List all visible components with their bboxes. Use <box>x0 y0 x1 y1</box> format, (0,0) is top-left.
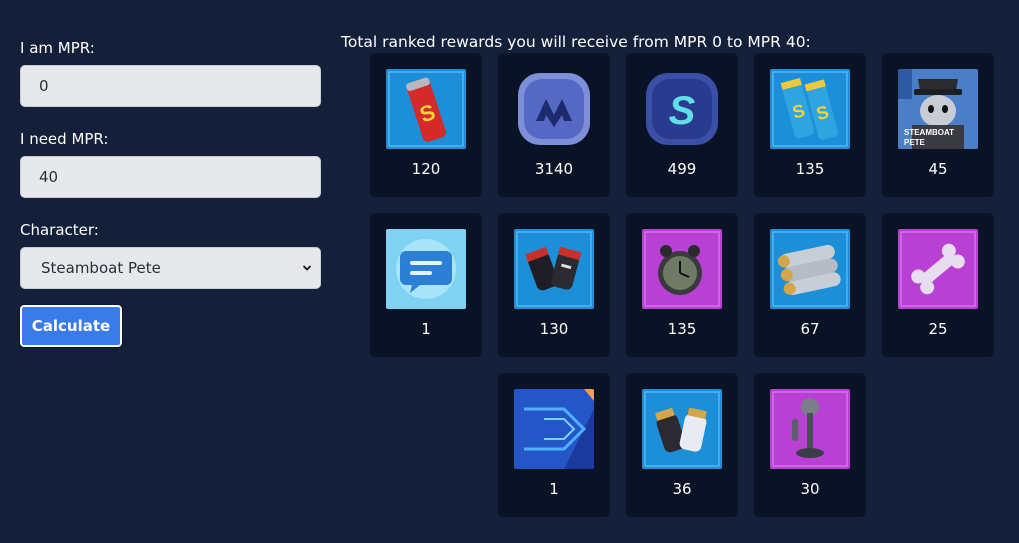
reward-quantity: 30 <box>800 480 820 498</box>
reward-card: 135 <box>626 213 738 357</box>
reward-card: STEAMBOAT PETE 45 <box>882 53 994 197</box>
character-label: Character: <box>20 221 99 239</box>
candlestick-phone-icon <box>770 389 850 469</box>
current-mpr-value: 0 <box>39 77 49 95</box>
reward-card: 1 <box>498 373 610 517</box>
scroll-bundle-icon <box>770 229 850 309</box>
chevron-down-icon <box>302 265 312 271</box>
steamboat-pete-portrait-icon: STEAMBOAT PETE <box>898 69 978 149</box>
reward-quantity: 25 <box>928 320 948 338</box>
reward-quantity: 120 <box>411 160 441 178</box>
reward-quantity: 135 <box>795 160 825 178</box>
reward-card: 25 <box>882 213 994 357</box>
chat-bubble-icon <box>386 229 466 309</box>
reward-card: 130 <box>498 213 610 357</box>
reward-quantity: 3140 <box>534 160 574 178</box>
current-mpr-label: I am MPR: <box>20 39 95 57</box>
rewards-title: Total ranked rewards you will receive fr… <box>341 33 811 51</box>
reward-card: 36 <box>626 373 738 517</box>
red-energy-can-icon: S <box>386 69 466 149</box>
white-gloves-icon <box>642 389 722 469</box>
reward-card: 67 <box>754 213 866 357</box>
target-mpr-input[interactable]: 40 <box>20 156 321 198</box>
alarm-clock-icon <box>642 229 722 309</box>
reward-card: 1 <box>370 213 482 357</box>
bone-icon <box>898 229 978 309</box>
reward-card: S 499 <box>626 53 738 197</box>
rewards-grid: S 120 3140 S 499 SS 135 STEAMBOAT PETE 45… <box>370 53 1010 533</box>
reward-quantity: 499 <box>667 160 697 178</box>
reward-card: 3140 <box>498 53 610 197</box>
calculate-button[interactable]: Calculate <box>19 304 123 348</box>
gloves-icon <box>514 229 594 309</box>
svg-text:PETE: PETE <box>904 138 926 147</box>
svg-text:STEAMBOAT: STEAMBOAT <box>904 128 954 137</box>
cyan-currency-coin-icon: S <box>642 69 722 149</box>
current-mpr-input[interactable]: 0 <box>20 65 321 107</box>
reward-card: S 120 <box>370 53 482 197</box>
reward-quantity: 1 <box>421 320 431 338</box>
mpr-form: I am MPR: 0 I need MPR: 40 Character: St… <box>19 38 321 348</box>
banner-card-icon <box>514 389 594 469</box>
reward-quantity: 1 <box>549 480 559 498</box>
reward-quantity: 135 <box>667 320 697 338</box>
reward-quantity: 45 <box>928 160 948 178</box>
svg-text:S: S <box>669 89 696 133</box>
reward-quantity: 67 <box>800 320 820 338</box>
reward-quantity: 36 <box>672 480 692 498</box>
character-select[interactable]: Steamboat Pete <box>20 247 321 289</box>
reward-card: 30 <box>754 373 866 517</box>
double-energy-can-icon: SS <box>770 69 850 149</box>
character-selected-value: Steamboat Pete <box>41 259 161 277</box>
reward-quantity: 130 <box>539 320 569 338</box>
target-mpr-value: 40 <box>39 168 59 186</box>
target-mpr-label: I need MPR: <box>20 130 109 148</box>
reward-card: SS 135 <box>754 53 866 197</box>
blue-currency-coin-icon <box>514 69 594 149</box>
